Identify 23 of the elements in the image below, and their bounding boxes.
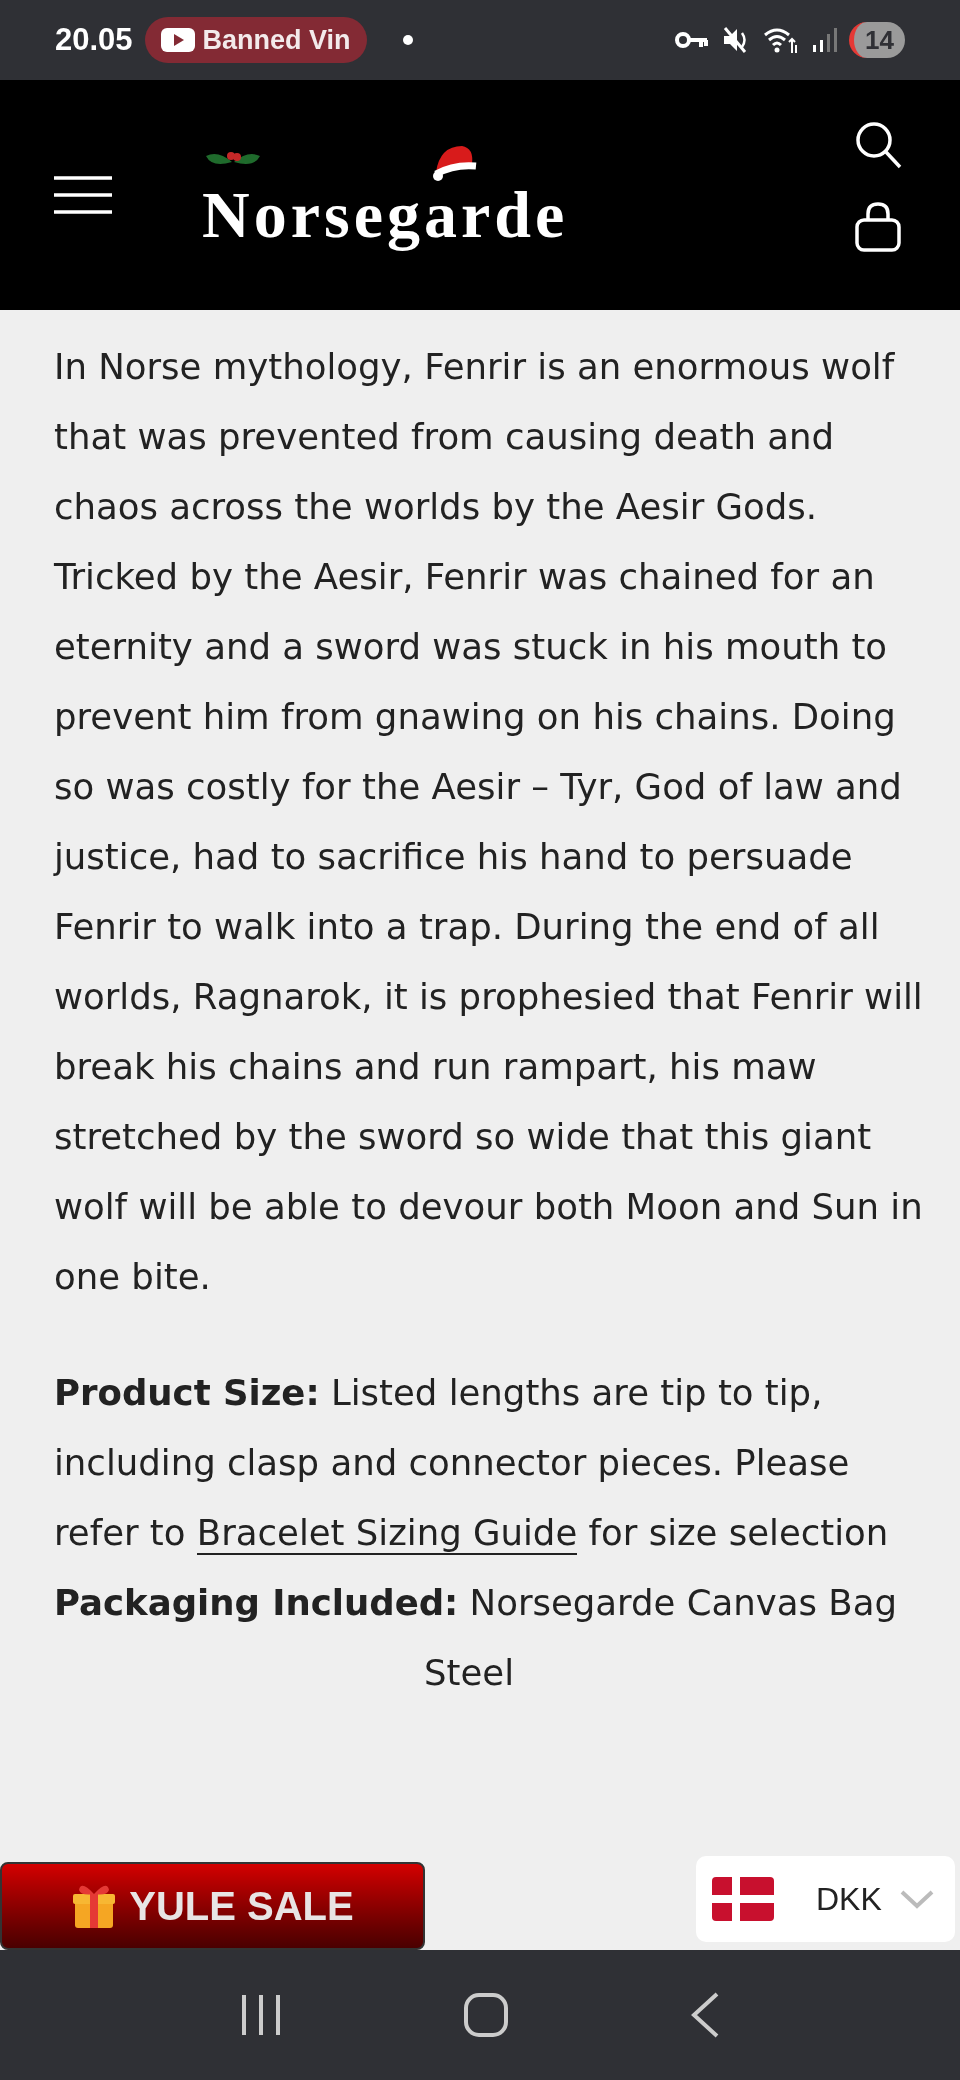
play-icon xyxy=(160,28,195,52)
product-size-text: Product Size: Listed lengths are tip to tip, including clasp and connector pieces. Please refer to Bracelet Sizing Guide for size selection xyxy=(54,1371,890,1557)
yule-sale-button[interactable]: YULE SALE xyxy=(0,1862,425,1950)
search-icon[interactable] xyxy=(854,120,902,170)
recent-apps-icon[interactable] xyxy=(240,1993,283,2037)
notification-text: Banned Vin xyxy=(202,23,351,57)
wifi-icon xyxy=(763,25,799,55)
description-text: In Norse mythology, Fenrir is an enormous wolf that was prevented from causing death and chaos across the worlds by the Aesir Gods. Tricked by the Aesir, Fenrir was chained for an eternity and a sword was stuck in his mouth to prevent him from gnawing on his chains. Doing so was costly for the Aesir – Tyr, God of law and justice, had to sacrifice his hand to persuade Fenrir to walk into a trap. During the end of all worlds, Ragnarok, it is prophesied that Fenrir will break his chains and run rampart, his maw stretched by the sword so wide that this giant wolf will be able to devour both Moon and Sun in one bite. xyxy=(54,345,924,1299)
sizing-guide-link[interactable]: Bracelet Sizing Guide xyxy=(196,1512,578,1555)
clock-time: 20.05 xyxy=(55,20,133,59)
flag-icon xyxy=(712,1877,774,1921)
currency-selector[interactable]: DKK xyxy=(696,1856,955,1942)
material-text: Steel xyxy=(424,1651,515,1695)
battery-indicator: 14 xyxy=(849,22,905,58)
menu-icon[interactable] xyxy=(54,176,112,214)
packaging-text: Packaging Included: Norsegarde Canvas Bag xyxy=(54,1581,898,1625)
back-icon[interactable] xyxy=(689,1992,720,2038)
notification-chip[interactable]: Banned Vin xyxy=(144,17,367,63)
key-icon xyxy=(675,30,709,50)
chevron-down-icon xyxy=(899,1889,934,1909)
shopping-bag-icon[interactable] xyxy=(854,202,902,252)
signal-icon xyxy=(811,27,837,53)
home-icon[interactable] xyxy=(463,1992,509,2038)
